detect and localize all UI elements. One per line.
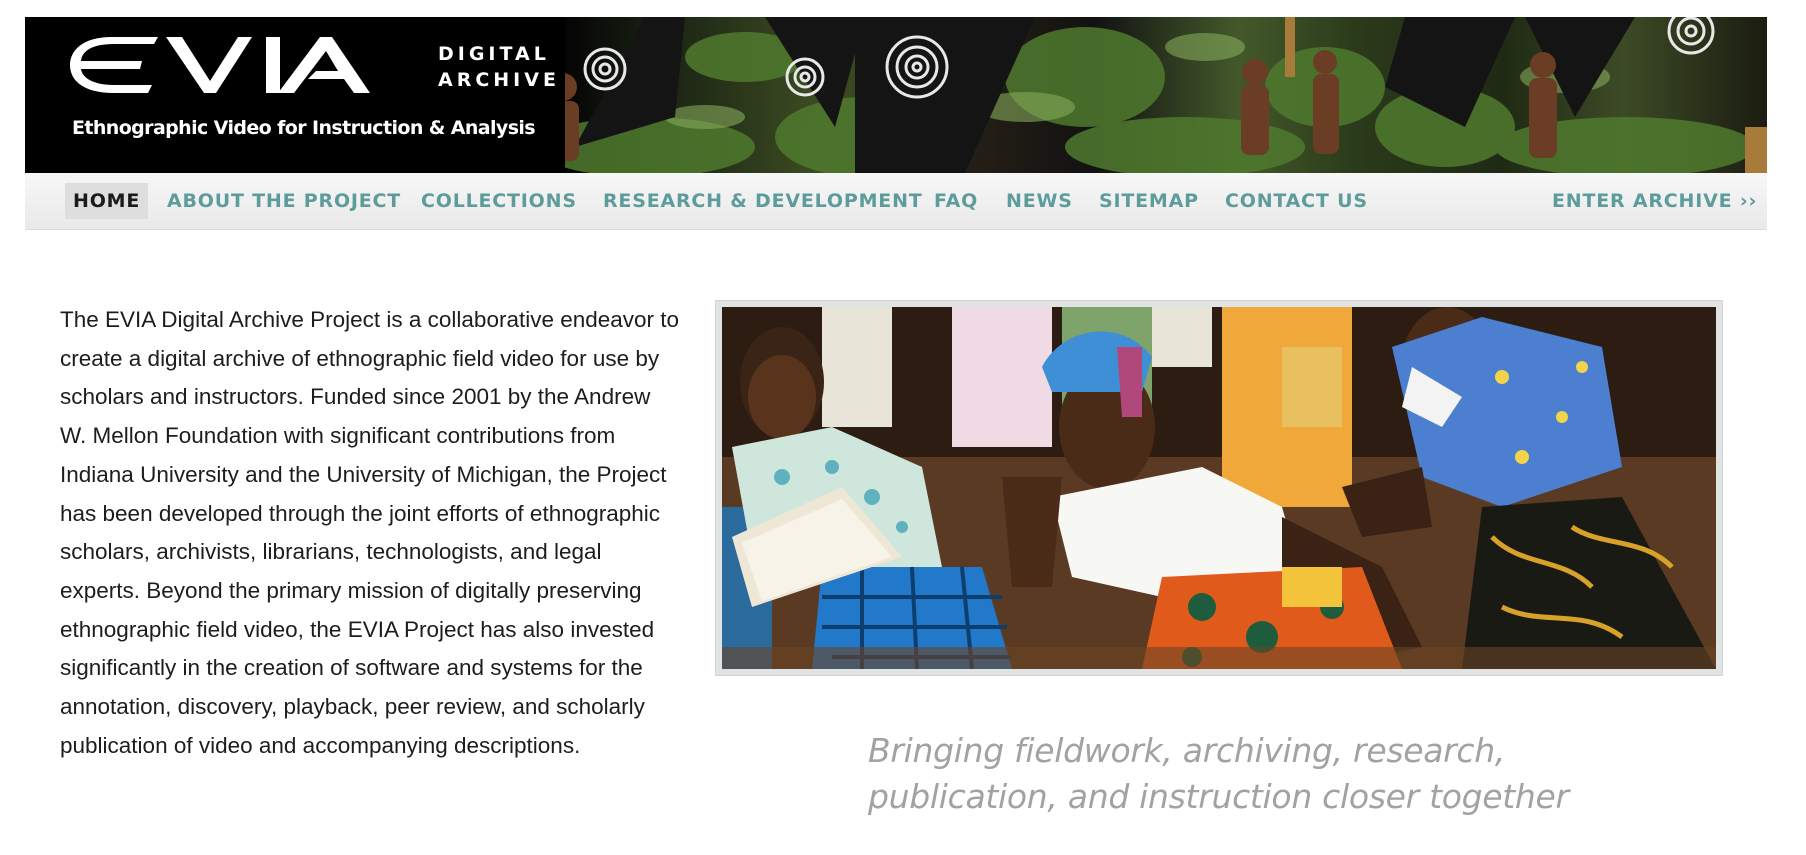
hero-caption: Bringing fieldwork, archiving, research,… [868, 731, 1569, 816]
nav-research-development[interactable]: RESEARCH & DEVELOPMENT [603, 173, 923, 229]
page: DIGITAL ARCHIVE Ethnographic Video for I… [0, 0, 1806, 855]
hero-image-frame [715, 300, 1723, 676]
nav-contact-us[interactable]: CONTACT US [1225, 173, 1368, 229]
header-banner: DIGITAL ARCHIVE Ethnographic Video for I… [25, 17, 1767, 173]
site-tagline: Ethnographic Video for Instruction & Ana… [72, 117, 536, 139]
enter-archive-link[interactable]: ENTER ARCHIVE ›› [1552, 173, 1757, 229]
hero-photo [722, 307, 1716, 669]
nav-faq[interactable]: FAQ [934, 173, 978, 229]
main-navigation: HOME ABOUT THE PROJECT COLLECTIONS RESEA… [25, 173, 1767, 230]
nav-news[interactable]: NEWS [1006, 173, 1073, 229]
nav-collections[interactable]: COLLECTIONS [421, 173, 577, 229]
logo-digital-text: DIGITAL [438, 43, 550, 65]
evia-logo[interactable] [70, 33, 458, 97]
nav-about-the-project[interactable]: ABOUT THE PROJECT [167, 173, 401, 229]
intro-paragraph: The EVIA Digital Archive Project is a co… [60, 307, 680, 758]
nav-home[interactable]: HOME [65, 183, 149, 219]
nav-sitemap[interactable]: SITEMAP [1099, 173, 1199, 229]
banner-photo [565, 17, 1767, 173]
logo-archive-text: ARCHIVE [438, 69, 560, 91]
